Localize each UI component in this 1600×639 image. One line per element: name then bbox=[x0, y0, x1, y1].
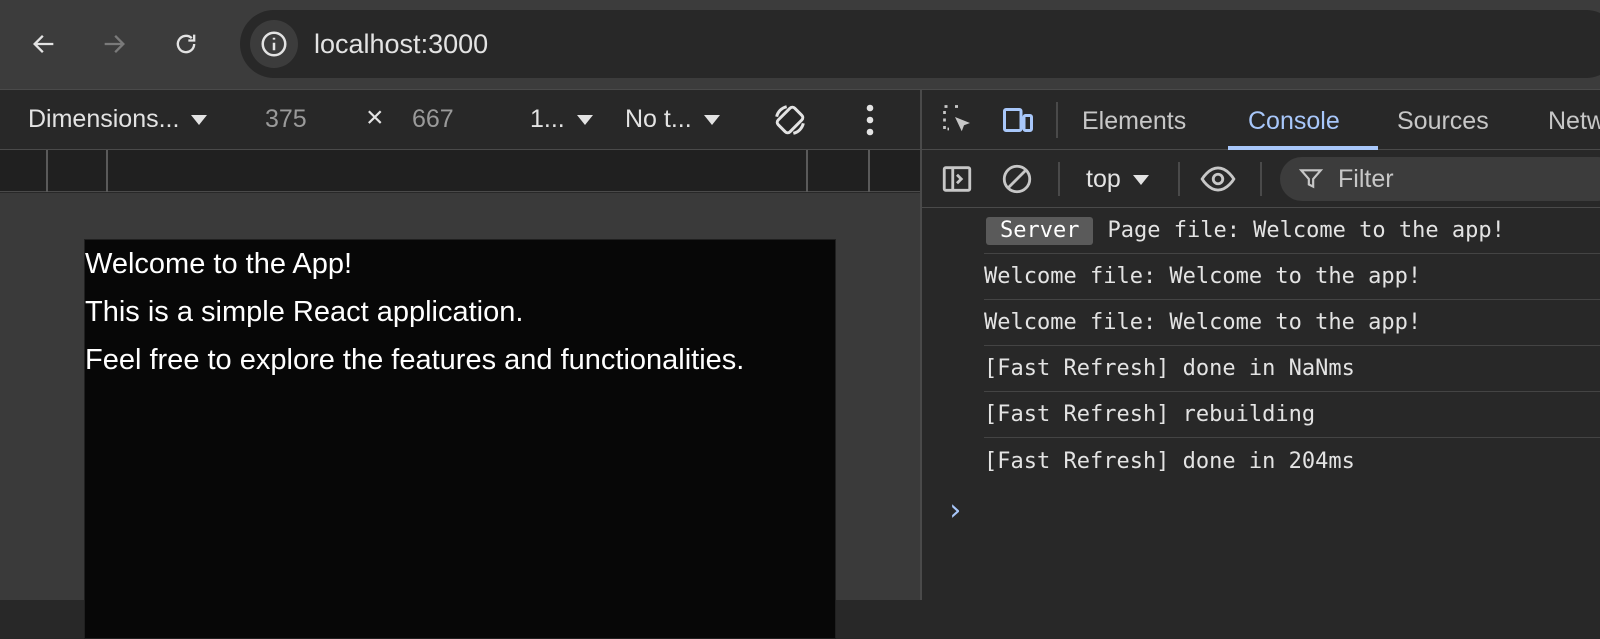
address-bar[interactable]: localhost:3000 bbox=[240, 10, 1600, 78]
separator bbox=[1178, 162, 1180, 196]
ruler-tick bbox=[46, 150, 48, 192]
separator bbox=[1058, 162, 1060, 196]
devtools-tabbar: Elements Console Sources Netw bbox=[922, 90, 1600, 150]
server-badge: Server bbox=[986, 216, 1094, 245]
filter-icon bbox=[1298, 169, 1324, 189]
arrow-right-icon bbox=[104, 35, 125, 53]
console-toolbar: top Filter bbox=[922, 150, 1600, 208]
reload-icon bbox=[176, 34, 196, 54]
console-row: Server Page file: Welcome to the app! bbox=[984, 208, 1600, 254]
width-input[interactable]: 375 bbox=[265, 105, 307, 134]
caret-down-icon bbox=[191, 115, 208, 126]
forward-button[interactable] bbox=[92, 22, 136, 66]
ruler-tick bbox=[106, 150, 108, 192]
media-query-ruler bbox=[0, 150, 920, 192]
zoom-dropdown[interactable]: 1... bbox=[530, 105, 593, 134]
device-toolbar: Dimensions... 375 × 667 1... No t... bbox=[0, 90, 920, 150]
caret-down-icon bbox=[1132, 175, 1149, 186]
device-toggle-icon[interactable] bbox=[1000, 102, 1036, 138]
explore-text: Feel free to explore the features and fu… bbox=[85, 344, 745, 376]
tab-sources[interactable]: Sources bbox=[1397, 107, 1489, 136]
arrow-left-icon bbox=[33, 35, 54, 53]
devtools-panel: Elements Console Sources Netw top Filter… bbox=[920, 90, 1600, 600]
console-row: Welcome file: Welcome to the app! bbox=[984, 254, 1600, 300]
rotate-button[interactable] bbox=[770, 100, 810, 147]
console-row: [Fast Refresh] done in NaNms bbox=[984, 346, 1600, 392]
times-icon: × bbox=[366, 101, 384, 134]
throttle-dropdown[interactable]: No t... bbox=[625, 105, 720, 134]
ruler-tick bbox=[806, 150, 808, 192]
ruler-tick bbox=[868, 150, 870, 192]
tab-elements[interactable]: Elements bbox=[1082, 107, 1186, 136]
console-output: Server Page file: Welcome to the app! We… bbox=[922, 208, 1600, 600]
site-info-button[interactable] bbox=[250, 20, 298, 68]
context-selector[interactable]: top bbox=[1086, 165, 1149, 194]
caret-down-icon bbox=[576, 115, 593, 126]
console-row: [Fast Refresh] rebuilding bbox=[984, 392, 1600, 438]
live-expression-eye-icon[interactable] bbox=[1198, 160, 1238, 198]
console-row: Welcome file: Welcome to the app! bbox=[984, 300, 1600, 346]
more-options-button[interactable] bbox=[860, 102, 880, 145]
separator bbox=[1056, 102, 1058, 138]
sidebar-toggle-icon[interactable] bbox=[940, 162, 974, 196]
clear-console-icon[interactable] bbox=[1000, 162, 1034, 196]
browser-toolbar: localhost:3000 bbox=[0, 0, 1600, 90]
filter-placeholder: Filter bbox=[1338, 165, 1394, 193]
console-row: [Fast Refresh] done in 204ms bbox=[984, 448, 1355, 474]
caret-down-icon bbox=[703, 115, 720, 126]
filter-input[interactable]: Filter bbox=[1280, 157, 1600, 201]
separator bbox=[1260, 162, 1262, 196]
inspect-element-icon[interactable] bbox=[940, 102, 976, 138]
dimensions-dropdown[interactable]: Dimensions... bbox=[28, 105, 208, 134]
console-prompt[interactable]: › bbox=[946, 493, 964, 528]
url-text[interactable]: localhost:3000 bbox=[314, 29, 488, 60]
rotate-icon bbox=[775, 105, 805, 135]
tab-console[interactable]: Console bbox=[1248, 107, 1340, 136]
tab-network[interactable]: Netw bbox=[1548, 107, 1600, 136]
reload-button[interactable] bbox=[164, 22, 208, 66]
height-input[interactable]: 667 bbox=[412, 105, 454, 134]
viewport-area: Welcome to the App! This is a simple Rea… bbox=[0, 193, 920, 639]
back-button[interactable] bbox=[22, 22, 66, 66]
welcome-heading: Welcome to the App! bbox=[85, 248, 353, 280]
info-icon bbox=[261, 31, 287, 57]
intro-text: This is a simple React application. bbox=[85, 296, 524, 328]
device-screen: Welcome to the App! This is a simple Rea… bbox=[84, 239, 836, 639]
more-vert-icon bbox=[866, 104, 874, 136]
